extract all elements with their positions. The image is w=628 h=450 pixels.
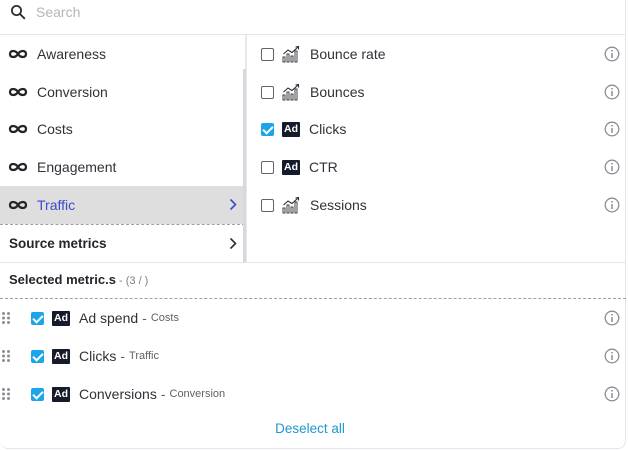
chart-icon	[282, 83, 300, 101]
chevron-right-icon	[229, 237, 237, 250]
selected-item-category: Costs	[150, 312, 179, 324]
metric-row-clicks[interactable]: Ad Clicks	[247, 110, 626, 148]
selected-item-separator: -	[142, 310, 147, 326]
selected-item-category: Traffic	[129, 350, 159, 362]
source-metrics-label: Source metrics	[9, 236, 107, 251]
metric-label: Bounce rate	[310, 46, 386, 62]
ad-icon: Ad	[282, 159, 300, 175]
info-icon[interactable]	[604, 348, 620, 364]
metric-label: Clicks	[309, 121, 347, 137]
info-icon[interactable]	[604, 46, 620, 62]
category-item-awareness[interactable]: Awareness	[0, 35, 245, 73]
search-input[interactable]	[36, 2, 596, 22]
infinity-icon	[8, 87, 28, 97]
selected-item-ad-spend: Ad Ad spend - Costs	[0, 299, 626, 337]
info-icon[interactable]	[604, 386, 620, 402]
metric-label: CTR	[309, 159, 338, 175]
metric-row-ctr[interactable]: Ad CTR	[247, 148, 626, 186]
selected-item-label: Conversions	[79, 386, 157, 402]
info-icon[interactable]	[604, 84, 620, 100]
metric-row-bounces[interactable]: Bounces	[247, 73, 626, 111]
metric-checkbox[interactable]	[261, 160, 274, 174]
section-divider	[0, 262, 626, 263]
drag-handle-icon[interactable]	[1, 311, 11, 325]
metric-label: Bounces	[310, 84, 365, 100]
deselect-all-button[interactable]: Deselect all	[0, 421, 620, 436]
category-label: Awareness	[37, 46, 107, 62]
selected-count: (3 / )	[125, 275, 149, 287]
selected-metrics-header: Selected metric.s - (3 / )	[9, 272, 148, 287]
ad-icon: Ad	[52, 348, 70, 364]
metric-checkbox[interactable]	[261, 85, 274, 99]
search-bar	[0, 0, 626, 35]
infinity-icon	[8, 162, 28, 172]
metric-checkbox[interactable]	[261, 198, 274, 212]
info-icon[interactable]	[604, 197, 620, 213]
infinity-icon	[8, 124, 28, 134]
drag-handle-icon[interactable]	[1, 349, 11, 363]
infinity-icon	[8, 49, 28, 59]
category-label: Traffic	[37, 197, 76, 213]
selected-count-prefix: -	[115, 275, 126, 287]
info-icon[interactable]	[604, 310, 620, 326]
metric-picker-panel: Awareness Conversion Costs Engagement Tr…	[0, 0, 626, 449]
category-label: Engagement	[37, 159, 117, 175]
drag-handle-icon[interactable]	[1, 387, 11, 401]
selected-item-separator: -	[160, 386, 166, 402]
category-item-traffic[interactable]: Traffic	[0, 186, 245, 224]
source-metrics-item[interactable]: Source metrics	[0, 224, 245, 262]
selected-item-label: Ad spend	[79, 310, 139, 326]
selected-item-category: Conversion	[169, 388, 226, 400]
selected-metrics-title: Selected metric.s	[9, 272, 116, 287]
infinity-icon	[8, 200, 28, 210]
selected-item-separator: -	[120, 348, 126, 364]
selected-item-clicks: Ad Clicks - Traffic	[0, 337, 626, 375]
category-label: Costs	[37, 121, 73, 137]
selected-checkbox[interactable]	[31, 349, 44, 363]
info-icon[interactable]	[604, 121, 620, 137]
category-item-costs[interactable]: Costs	[0, 110, 245, 148]
ad-icon: Ad	[52, 310, 70, 326]
chart-icon	[282, 196, 300, 214]
ad-icon: Ad	[282, 121, 300, 137]
chevron-right-icon	[229, 198, 237, 211]
metric-checkbox[interactable]	[261, 122, 274, 136]
metric-row-sessions[interactable]: Sessions	[247, 186, 626, 224]
category-item-engagement[interactable]: Engagement	[0, 148, 245, 186]
category-item-conversion[interactable]: Conversion	[0, 73, 245, 111]
selected-checkbox[interactable]	[31, 311, 44, 325]
selected-item-conversions: Ad Conversions - Conversion	[0, 375, 626, 413]
metric-label: Sessions	[310, 197, 367, 213]
metric-list: Bounce rate Bounces Ad Clicks Ad CTR Ses…	[247, 35, 626, 262]
metric-row-bounce-rate[interactable]: Bounce rate	[247, 35, 626, 73]
chart-icon	[282, 45, 300, 63]
selected-item-label: Clicks	[79, 348, 117, 364]
category-scrollbar[interactable]	[243, 69, 246, 262]
selected-checkbox[interactable]	[31, 387, 44, 401]
search-icon	[11, 5, 26, 20]
info-icon[interactable]	[604, 159, 620, 175]
category-list: Awareness Conversion Costs Engagement Tr…	[0, 35, 245, 262]
ad-icon: Ad	[52, 386, 70, 402]
metric-checkbox[interactable]	[261, 47, 274, 61]
category-label: Conversion	[37, 84, 108, 100]
